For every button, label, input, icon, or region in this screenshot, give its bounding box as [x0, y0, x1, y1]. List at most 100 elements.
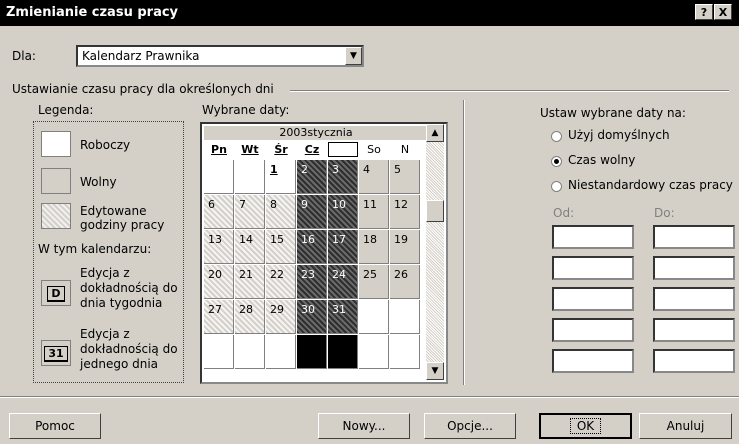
weekday-edit-icon: D — [41, 280, 71, 306]
calendar-day[interactable]: 11 — [359, 195, 389, 229]
day-label-3: jednego dnia — [80, 357, 159, 371]
calendar-day[interactable] — [359, 335, 389, 369]
title-bar: Zmienianie czasu pracy ? X — [0, 0, 739, 26]
calendar-day[interactable]: 19 — [390, 230, 420, 264]
from-field-4[interactable] — [552, 318, 634, 342]
calendar-day[interactable]: 4 — [359, 160, 389, 194]
for-label: Dla: — [12, 49, 36, 63]
in-calendar-label: W tym kalendarzu: — [38, 242, 152, 256]
help-button[interactable]: Pomoc — [9, 413, 101, 439]
scroll-up-icon[interactable]: ▲ — [426, 124, 444, 142]
working-swatch — [41, 131, 71, 157]
calendar-day[interactable] — [359, 300, 389, 334]
calendar-day[interactable]: 13 — [204, 230, 234, 264]
from-field-3[interactable] — [552, 287, 634, 311]
calendar-day[interactable]: 30 — [297, 300, 327, 334]
to-field-2[interactable] — [653, 256, 735, 280]
calendar-day[interactable]: 17 — [328, 230, 358, 264]
from-field-5[interactable] — [552, 349, 634, 373]
calendar-day[interactable]: 21 — [235, 265, 265, 299]
ok-button[interactable]: OK — [539, 413, 632, 439]
day-label-2: dokładnością do — [80, 342, 178, 356]
close-title-button[interactable]: X — [714, 4, 732, 20]
radio-nonworking-label[interactable]: Czas wolny — [568, 153, 635, 167]
from-field-2[interactable] — [552, 256, 634, 280]
calendar-day[interactable] — [328, 335, 358, 369]
calendar-day[interactable]: 3 — [328, 160, 358, 194]
legend-title: Legenda: — [38, 103, 94, 117]
from-field-1[interactable] — [552, 225, 634, 249]
working-time-dialog: Zmienianie czasu pracy ? X Dla: Kalendar… — [0, 0, 739, 444]
calendar-day[interactable]: 31 — [328, 300, 358, 334]
calendar-grid[interactable]: 2003stycznia Pn Wt Śr Cz So N 1 2 3 4 5 6 7 8 9 10 11 12 1… — [200, 122, 448, 384]
calendar-day[interactable]: 29 — [266, 300, 296, 334]
radio-custom[interactable] — [551, 181, 562, 192]
calendar-scrollbar[interactable]: ▲ ▼ — [426, 124, 444, 380]
options-button[interactable]: Opcje... — [424, 413, 516, 439]
weekday-label-3: dnia tygodnia — [80, 296, 163, 310]
calendar-day[interactable] — [204, 335, 234, 369]
calendar-day[interactable]: 20 — [204, 265, 234, 299]
calendar-day[interactable]: 27 — [204, 300, 234, 334]
calendar-day[interactable]: 14 — [235, 230, 265, 264]
weekday-header[interactable]: Pn — [204, 142, 234, 157]
weekday-header[interactable]: Śr — [266, 142, 296, 157]
radio-custom-label[interactable]: Niestandardowy czas pracy — [568, 178, 733, 192]
chevron-down-icon[interactable]: ▼ — [345, 47, 362, 65]
scroll-thumb[interactable] — [426, 200, 444, 222]
to-field-5[interactable] — [653, 349, 735, 373]
nonworking-swatch — [41, 168, 71, 194]
calendar-day[interactable]: 15 — [266, 230, 296, 264]
weekday-header[interactable]: So — [359, 142, 389, 157]
to-field-1[interactable] — [653, 225, 735, 249]
calendar-day[interactable]: 26 — [390, 265, 420, 299]
window-title: Zmienianie czasu pracy — [6, 5, 179, 20]
cancel-button[interactable]: Anuluj — [639, 413, 732, 439]
calendar-day[interactable]: 1 — [266, 160, 296, 194]
calendar-day[interactable]: 6 — [204, 195, 234, 229]
weekday-header[interactable] — [328, 142, 358, 157]
calendar-day[interactable] — [235, 335, 265, 369]
calendar-day[interactable]: 28 — [235, 300, 265, 334]
calendar-select-value: Kalendarz Prawnika — [82, 49, 200, 63]
calendar-day[interactable]: 5 — [390, 160, 420, 194]
calendar-day[interactable]: 16 — [297, 230, 327, 264]
calendar-month: 2003stycznia — [204, 126, 428, 140]
new-button[interactable]: Nowy... — [318, 413, 410, 439]
calendar-day[interactable]: 2 — [297, 160, 327, 194]
edited-label-2: godziny pracy — [80, 218, 165, 232]
radio-nonworking[interactable] — [551, 156, 562, 167]
calendar-day[interactable]: 9 — [297, 195, 327, 229]
to-field-3[interactable] — [653, 287, 735, 311]
weekday-header[interactable]: N — [390, 142, 420, 157]
weekday-header[interactable]: Cz — [297, 142, 327, 157]
group-divider — [290, 90, 729, 92]
calendar-day[interactable] — [266, 335, 296, 369]
scroll-down-icon[interactable]: ▼ — [426, 362, 444, 380]
calendar-day[interactable]: 8 — [266, 195, 296, 229]
calendar-day[interactable] — [297, 335, 327, 369]
calendar-day[interactable]: 24 — [328, 265, 358, 299]
calendar-day[interactable]: 7 — [235, 195, 265, 229]
weekday-label-1: Edycja z — [80, 266, 130, 280]
calendar-day[interactable] — [204, 160, 234, 194]
to-label: Do: — [654, 206, 675, 220]
calendar-day[interactable]: 23 — [297, 265, 327, 299]
calendar-day[interactable] — [390, 300, 420, 334]
radio-default[interactable] — [551, 131, 562, 142]
weekday-header[interactable]: Wt — [235, 142, 265, 157]
day-label-1: Edycja z — [80, 327, 130, 341]
calendar-select[interactable]: Kalendarz Prawnika ▼ — [76, 45, 364, 67]
calendar-day[interactable]: 22 — [266, 265, 296, 299]
calendar-day[interactable]: 25 — [359, 265, 389, 299]
calendar-day[interactable]: 12 — [390, 195, 420, 229]
calendar-day[interactable] — [235, 160, 265, 194]
calendar-day[interactable]: 10 — [328, 195, 358, 229]
calendar-day[interactable]: 18 — [359, 230, 389, 264]
help-title-button[interactable]: ? — [695, 4, 713, 20]
to-field-4[interactable] — [653, 318, 735, 342]
calendar-day[interactable] — [390, 335, 420, 369]
working-label: Roboczy — [80, 138, 131, 152]
nonworking-label: Wolny — [80, 175, 117, 189]
radio-default-label[interactable]: Użyj domyślnych — [568, 128, 670, 142]
